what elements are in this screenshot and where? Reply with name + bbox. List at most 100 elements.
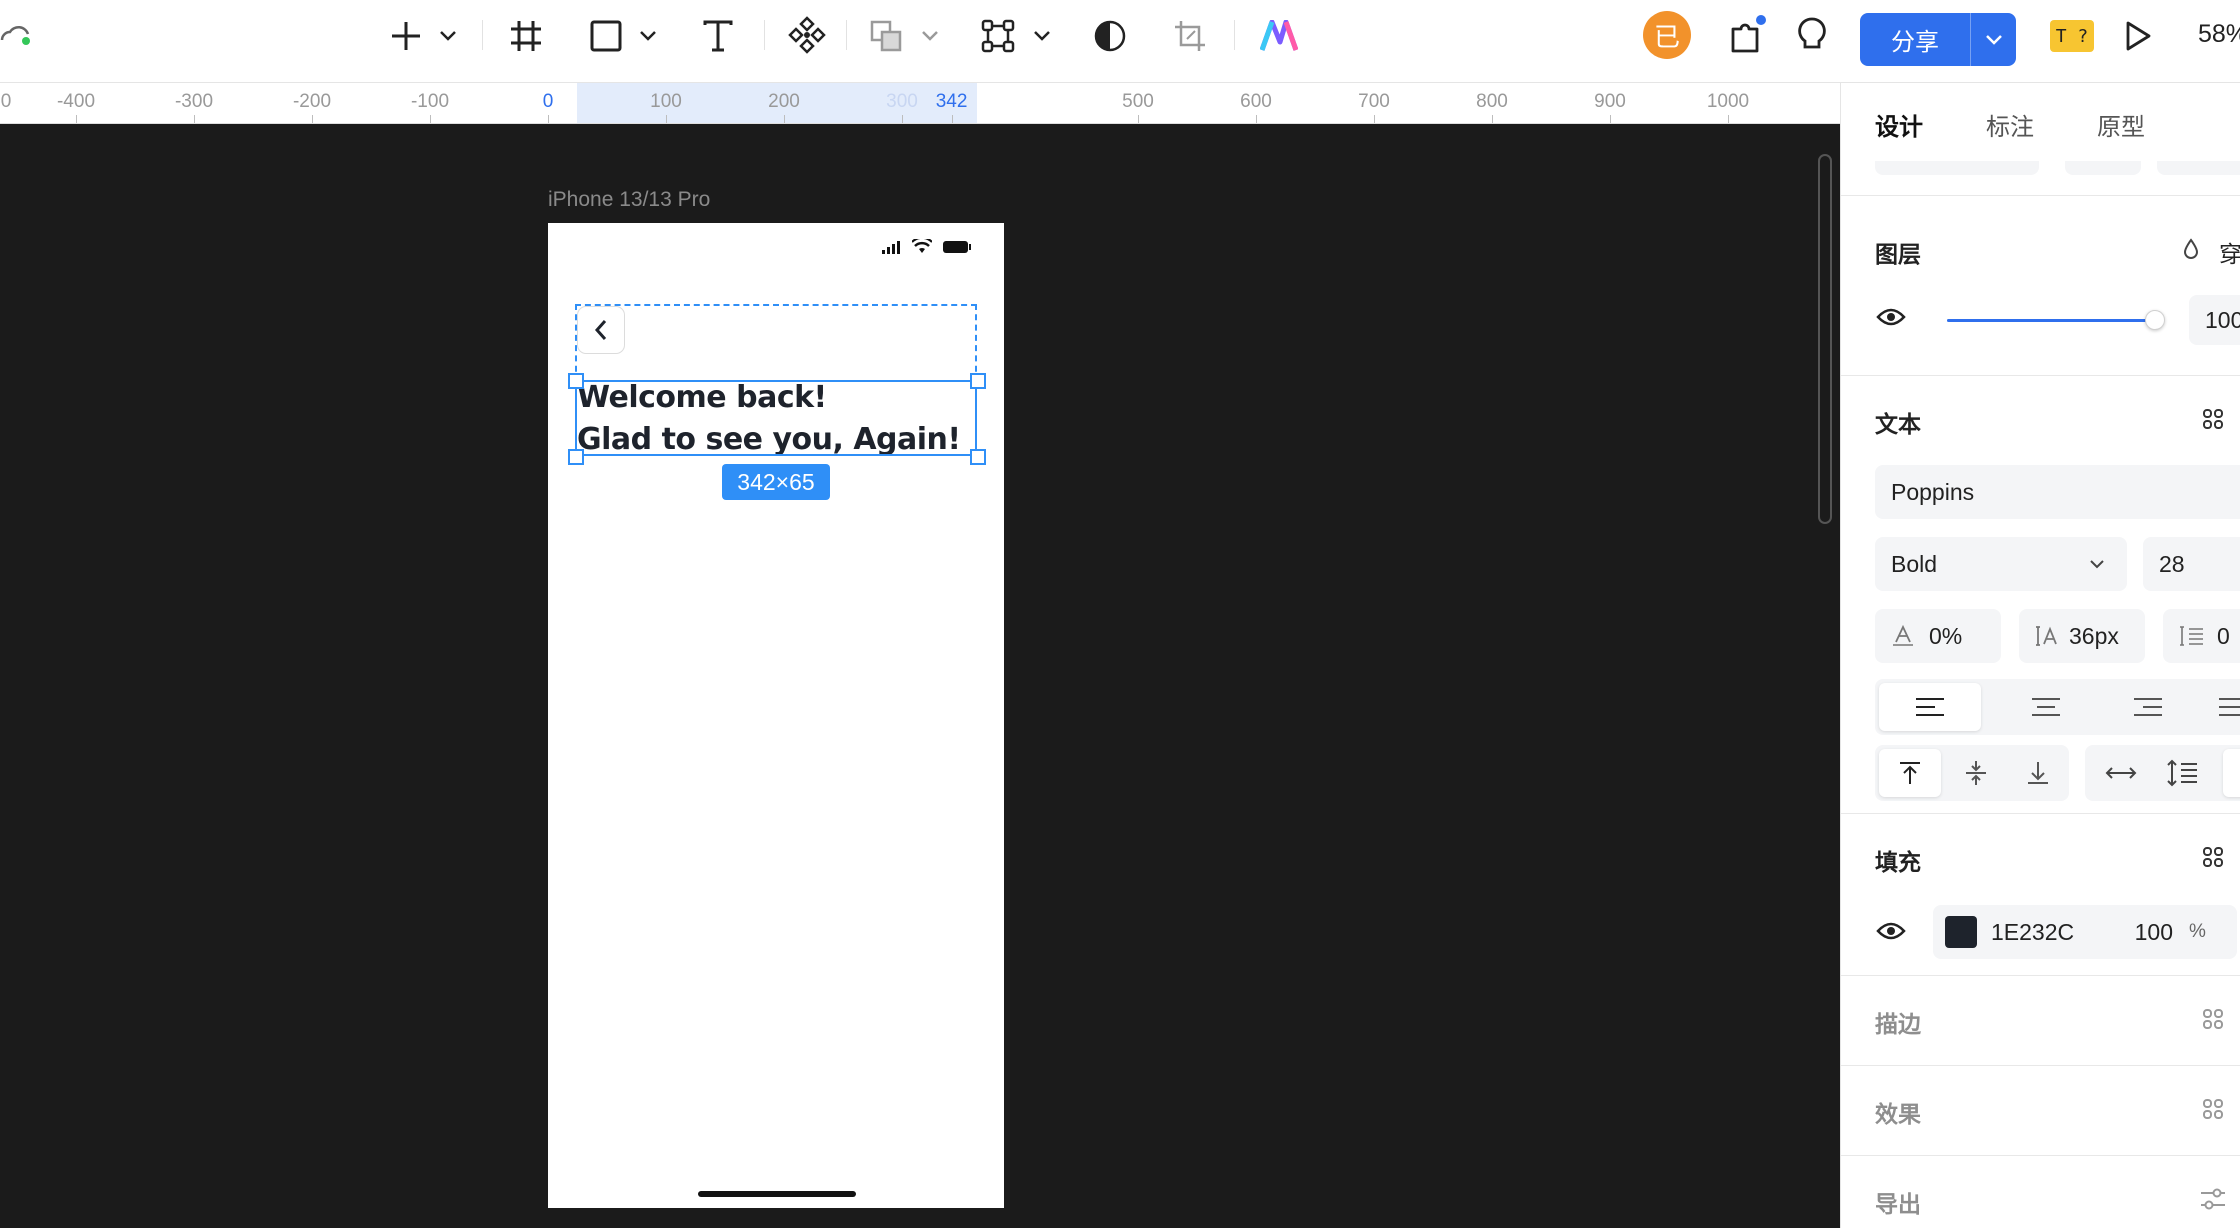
ruler-tick-mark	[666, 115, 667, 123]
align-middle-button[interactable]	[1945, 749, 2007, 797]
text-style-icon[interactable]	[2199, 405, 2227, 433]
vertical-scrollbar[interactable]	[1818, 154, 1832, 524]
font-family-select[interactable]: Poppins	[1875, 465, 2240, 519]
text-section-title: 文本	[1875, 411, 1921, 437]
play-icon[interactable]	[2118, 16, 2158, 56]
plus-icon[interactable]	[386, 16, 426, 56]
lightbulb-icon[interactable]	[1792, 14, 1832, 56]
auto-width-icon	[2105, 767, 2137, 779]
align-left-button[interactable]	[1879, 683, 1981, 731]
horizontal-ruler: 0 -400 -300 -200 -100 0 100 200 300 342 500 600 700 8…	[0, 83, 1840, 124]
ruler-tick-label: 700	[1358, 91, 1390, 112]
fill-style-icon[interactable]	[2199, 843, 2227, 871]
tab-annotate[interactable]: 标注	[1986, 107, 2034, 142]
align-top-button[interactable]	[1879, 749, 1941, 797]
letter-spacing-icon	[1893, 624, 1913, 646]
paragraph-spacing-input[interactable]: 0	[2163, 609, 2240, 663]
blend-mode-label[interactable]: 穿	[2219, 235, 2240, 269]
resize-handle-bottom-right[interactable]	[970, 449, 986, 465]
frame-label[interactable]: iPhone 13/13 Pro	[548, 188, 710, 212]
tab-prototype[interactable]: 原型	[2097, 107, 2145, 142]
ruler-tick-mark	[194, 115, 195, 123]
share-button-group: 分享	[1860, 13, 2016, 66]
resize-handle-top-right[interactable]	[970, 373, 986, 389]
ai-logo-icon[interactable]	[1258, 16, 1300, 56]
ruler-tick-mark	[1374, 115, 1375, 123]
align-center-icon	[2032, 698, 2060, 716]
effects-style-icon[interactable]	[2199, 1095, 2227, 1123]
effects-section-title[interactable]: 效果	[1875, 1095, 1921, 1129]
ruler-tick-mark	[784, 115, 785, 123]
fill-section-title: 填充	[1875, 849, 1921, 875]
iphone-frame[interactable]: Welcome back! Glad to see you, Again! 34…	[548, 223, 1004, 1208]
auto-height-button[interactable]	[2153, 749, 2213, 797]
resize-handle-top-left[interactable]	[568, 373, 584, 389]
design-canvas[interactable]: iPhone 13/13 Pro Welcome back! Glad to s…	[0, 124, 1840, 1228]
crop-icon[interactable]	[1170, 16, 1210, 56]
mask-icon[interactable]	[1090, 16, 1130, 56]
rectangle-tool-icon[interactable]	[586, 16, 626, 56]
avatar-initial: 已	[1653, 22, 1680, 53]
fill-opacity-value[interactable]: 100	[2121, 919, 2173, 946]
signal-icon	[882, 240, 904, 259]
chevron-down-icon	[2090, 560, 2104, 569]
align-top-icon	[1900, 762, 1920, 784]
chevron-down-icon[interactable]	[436, 24, 460, 48]
font-size-input[interactable]: 28	[2143, 537, 2240, 591]
fill-visibility-eye-icon[interactable]	[1875, 919, 1907, 943]
export-section-title[interactable]: 导出	[1875, 1185, 1921, 1219]
line-height-input[interactable]: 36px	[2019, 609, 2145, 663]
export-settings-icon[interactable]	[2197, 1185, 2229, 1213]
ruler-tick-label: -300	[174, 91, 214, 112]
auto-width-button[interactable]	[2091, 749, 2151, 797]
hidden-control	[1875, 161, 2039, 175]
hidden-control	[2157, 161, 2240, 175]
vector-tool-icon[interactable]	[978, 16, 1018, 56]
plugins-icon[interactable]	[1726, 14, 1768, 56]
chevron-down-icon[interactable]	[1030, 24, 1054, 48]
align-left-icon	[1916, 698, 1944, 716]
share-button[interactable]: 分享	[1860, 13, 1970, 66]
tab-design[interactable]: 设计	[1875, 107, 1923, 142]
ruler-tick-label: -400	[56, 91, 96, 112]
back-button[interactable]	[577, 306, 625, 354]
fill-color-row[interactable]: 1E232C 100 %	[1933, 905, 2237, 959]
fill-hex-value[interactable]: 1E232C	[1991, 919, 2121, 946]
hidden-control	[2065, 161, 2141, 175]
boolean-tool-icon[interactable]	[866, 16, 906, 56]
font-weight-select[interactable]: Bold	[1875, 537, 2127, 591]
size-badge: 342×65	[722, 464, 830, 500]
ruler-tick-mark	[1610, 115, 1611, 123]
text-tool-icon[interactable]	[698, 16, 738, 56]
fill-color-swatch[interactable]	[1945, 916, 1977, 948]
align-right-button[interactable]	[2097, 683, 2199, 731]
chevron-down-icon[interactable]	[636, 24, 660, 48]
blend-mode-icon[interactable]	[2179, 235, 2203, 263]
stroke-section-title[interactable]: 描边	[1875, 1005, 1921, 1039]
zoom-level[interactable]: 58%	[2198, 20, 2240, 49]
ruler-tick-label: 0	[0, 91, 12, 112]
align-center-button[interactable]	[1995, 683, 2097, 731]
resize-handle-bottom-left[interactable]	[568, 449, 584, 465]
letter-spacing-input[interactable]: 0%	[1875, 609, 2001, 663]
share-dropdown-button[interactable]	[1970, 13, 2016, 66]
opacity-slider-fill	[1947, 319, 2155, 322]
align-justify-button[interactable]	[2213, 683, 2240, 731]
font-missing-badge[interactable]: T ?	[2050, 20, 2094, 52]
opacity-slider-thumb[interactable]	[2144, 310, 2165, 330]
opacity-slider-track[interactable]	[1947, 319, 2157, 322]
ruler-tick-label: 900	[1594, 91, 1626, 112]
component-tool-icon[interactable]	[786, 14, 828, 56]
ruler-tick-mark	[902, 115, 903, 123]
frame-tool-icon[interactable]	[506, 16, 546, 56]
align-right-icon	[2134, 698, 2162, 716]
cloud-sync-icon[interactable]	[0, 20, 34, 50]
stroke-style-icon[interactable]	[2199, 1005, 2227, 1033]
visibility-eye-icon[interactable]	[1875, 305, 1907, 329]
chevron-down-icon[interactable]	[918, 24, 942, 48]
align-bottom-button[interactable]	[2007, 749, 2069, 797]
user-avatar[interactable]: 已	[1643, 11, 1691, 59]
opacity-input[interactable]: 100	[2189, 295, 2240, 345]
fixed-size-button[interactable]	[2223, 749, 2240, 797]
align-bottom-icon	[2028, 762, 2048, 784]
